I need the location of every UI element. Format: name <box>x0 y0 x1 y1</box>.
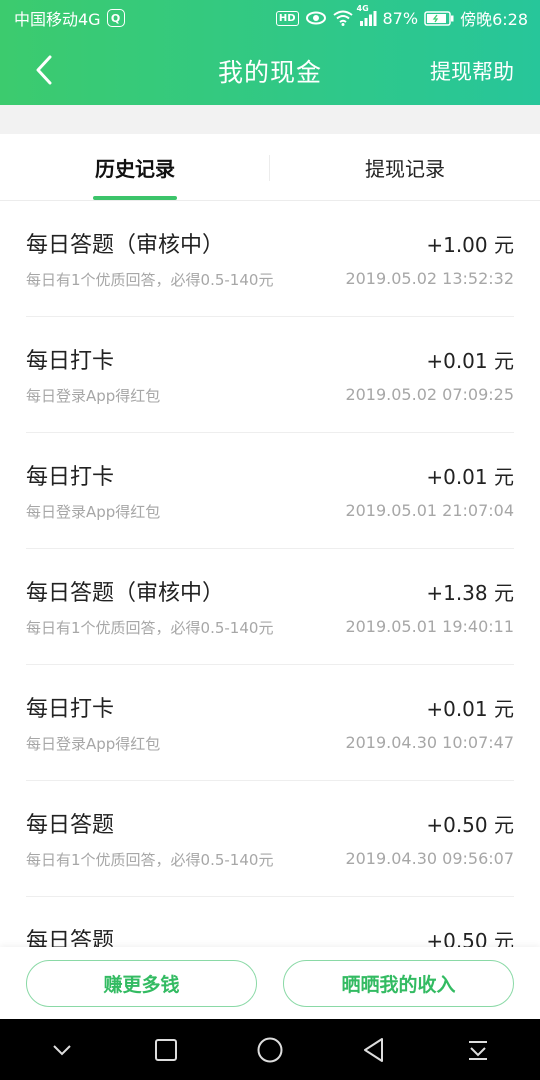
battery-charging-icon <box>424 10 454 26</box>
record-title: 每日答题（审核中） <box>26 233 225 258</box>
recent-apps-button[interactable] <box>146 1030 186 1070</box>
list-item[interactable]: 每日打卡 +0.01 元 每日登录App得红包 2019.04.30 10:07… <box>26 665 514 781</box>
back-system-button[interactable] <box>354 1030 394 1070</box>
clock-text: 傍晚6:28 <box>460 10 528 29</box>
record-description: 每日登录App得红包 <box>26 387 161 405</box>
hide-nav-button[interactable] <box>42 1030 82 1070</box>
record-time: 2019.05.01 19:40:11 <box>345 617 514 636</box>
record-title: 每日打卡 <box>26 697 115 722</box>
home-button[interactable] <box>250 1030 290 1070</box>
tab-history[interactable]: 历史记录 <box>0 134 270 200</box>
record-amount: +1.00 元 <box>426 233 514 257</box>
share-income-button[interactable]: 晒晒我的收入 <box>283 959 514 1007</box>
list-item[interactable]: 每日答题（审核中） +1.00 元 每日有1个优质回答，必得0.5-140元 2… <box>26 201 514 317</box>
header: 中国移动4G Q HD 4G 87% 傍晚6:28 我的现金 提现帮助 <box>0 0 540 105</box>
record-time: 2019.04.30 10:07:47 <box>345 733 514 752</box>
record-title: 每日答题 <box>26 813 115 838</box>
record-title: 每日答题（审核中） <box>26 581 225 606</box>
notification-pull-button[interactable] <box>458 1030 498 1070</box>
status-bar: 中国移动4G Q HD 4G 87% 傍晚6:28 <box>0 0 540 36</box>
record-description: 每日有1个优质回答，必得0.5-140元 <box>26 271 274 289</box>
wifi-icon <box>332 10 353 26</box>
record-amount: +0.50 元 <box>426 813 514 837</box>
circle-home-icon <box>257 1037 283 1062</box>
list-item[interactable]: 每日打卡 +0.01 元 每日登录App得红包 2019.05.02 07:09… <box>26 317 514 433</box>
app-notification-icon: Q <box>106 9 125 27</box>
tab-withdraw-records[interactable]: 提现记录 <box>270 134 540 200</box>
bottom-action-bar: 赚更多钱 晒晒我的收入 <box>0 947 540 1019</box>
pull-down-icon <box>469 1040 487 1060</box>
earn-more-button[interactable]: 赚更多钱 <box>26 959 257 1007</box>
tab-divider <box>269 155 270 181</box>
record-time: 2019.04.30 09:56:07 <box>345 849 514 868</box>
record-time: 2019.05.01 21:07:04 <box>345 501 514 520</box>
list-item[interactable]: 每日答题（审核中） +1.38 元 每日有1个优质回答，必得0.5-140元 2… <box>26 549 514 665</box>
record-title: 每日打卡 <box>26 465 115 490</box>
record-time: 2019.05.02 07:09:25 <box>345 385 514 404</box>
record-description: 每日登录App得红包 <box>26 735 161 753</box>
carrier-text: 中国移动4G <box>14 10 101 29</box>
record-title: 每日打卡 <box>26 349 115 374</box>
withdraw-help-link[interactable]: 提现帮助 <box>430 36 514 105</box>
chevron-down-icon <box>53 1044 71 1055</box>
hd-icon: HD <box>275 10 299 26</box>
record-description: 每日有1个优质回答，必得0.5-140元 <box>26 619 274 637</box>
separator-strip <box>0 105 540 134</box>
record-description: 每日登录App得红包 <box>26 503 161 521</box>
record-amount: +0.50 元 <box>426 929 514 947</box>
list-item[interactable]: 每日答题 +0.50 元 <box>26 897 514 947</box>
record-tabs: 历史记录 提现记录 <box>0 134 540 201</box>
nav-bar: 我的现金 提现帮助 <box>0 36 540 105</box>
record-description: 每日有1个优质回答，必得0.5-140元 <box>26 851 274 869</box>
battery-percent: 87% <box>382 8 419 28</box>
record-title: 每日答题 <box>26 929 115 947</box>
history-list: 每日答题（审核中） +1.00 元 每日有1个优质回答，必得0.5-140元 2… <box>0 201 540 947</box>
active-tab-indicator <box>93 196 177 200</box>
square-recent-icon <box>155 1038 177 1061</box>
record-amount: +0.01 元 <box>426 465 514 489</box>
record-amount: +0.01 元 <box>426 697 514 721</box>
record-amount: +0.01 元 <box>426 349 514 373</box>
eye-comfort-icon <box>305 10 327 26</box>
system-navigation-bar <box>0 1019 540 1080</box>
record-amount: +1.38 元 <box>426 581 514 605</box>
record-time: 2019.05.02 13:52:32 <box>345 269 514 288</box>
triangle-back-icon <box>364 1037 383 1062</box>
list-item[interactable]: 每日打卡 +0.01 元 每日登录App得红包 2019.05.01 21:07… <box>26 433 514 549</box>
list-item[interactable]: 每日答题 +0.50 元 每日有1个优质回答，必得0.5-140元 2019.0… <box>26 781 514 897</box>
cell-signal-icon: 4G <box>357 4 377 26</box>
